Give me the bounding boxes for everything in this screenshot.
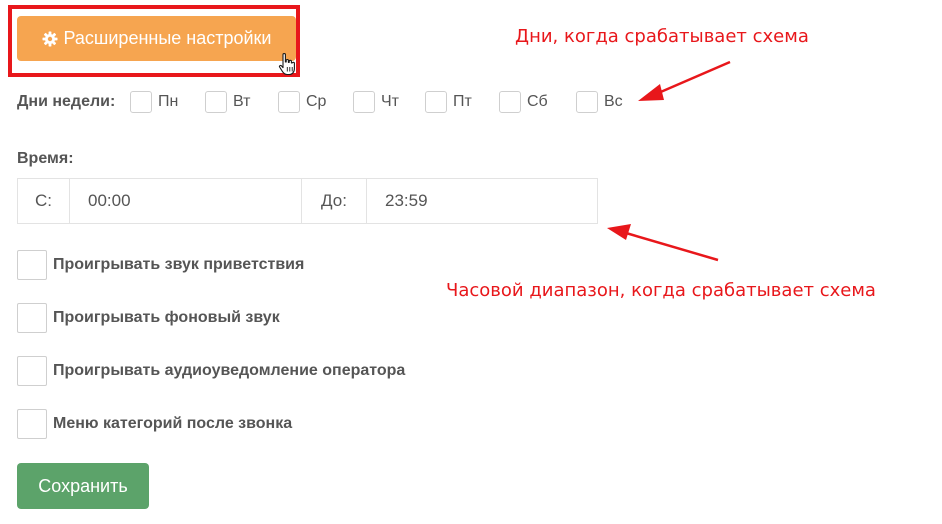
checkbox[interactable] — [499, 91, 521, 113]
save-button[interactable]: Сохранить — [17, 463, 149, 509]
time-to-input[interactable] — [366, 178, 598, 224]
time-annotation: Часовой диапазон, когда срабатывает схем… — [446, 280, 876, 301]
checkbox[interactable] — [353, 91, 375, 113]
option-label: Проигрывать звук приветствия — [53, 256, 305, 273]
weekday-label: Вс — [604, 93, 623, 110]
weekday-label: Ср — [306, 93, 327, 110]
checkbox[interactable] — [576, 91, 598, 113]
time-to-addon: До: — [301, 178, 367, 224]
weekday-label: Пн — [158, 93, 179, 110]
weekday-saturday[interactable]: Сб — [499, 90, 548, 114]
weekday-monday[interactable]: Пн — [130, 90, 178, 114]
time-from-input[interactable] — [69, 178, 302, 224]
option-category-menu[interactable]: Меню категорий после звонка — [17, 409, 292, 439]
weekday-wednesday[interactable]: Ср — [278, 90, 326, 114]
checkbox[interactable] — [17, 250, 47, 280]
weekday-label: Пт — [453, 93, 472, 110]
weekday-sunday[interactable]: Вс — [576, 90, 623, 114]
checkbox[interactable] — [17, 303, 47, 333]
option-operator-notification[interactable]: Проигрывать аудиоуведомление оператора — [17, 356, 405, 386]
time-label: Время: — [17, 150, 74, 167]
arrow-to-weekdays — [638, 60, 731, 101]
checkbox[interactable] — [17, 409, 47, 439]
option-label: Меню категорий после звонка — [53, 415, 293, 432]
weekdays-row: Дни недели: — [17, 90, 119, 114]
option-label: Проигрывать фоновый звук — [53, 309, 280, 326]
advanced-settings-button[interactable]: Расширенные настройки — [17, 16, 296, 61]
option-greeting-sound[interactable]: Проигрывать звук приветствия — [17, 250, 304, 280]
time-from-addon: С: — [17, 178, 70, 224]
weekday-checkboxes: Пн Вт Ср Чт Пт Сб Вс — [130, 90, 650, 114]
scheme-settings-page: Расширенные настройки Дни недели: Пн Вт … — [0, 0, 942, 524]
checkbox[interactable] — [17, 356, 47, 386]
arrow-to-time-range — [607, 224, 719, 262]
time-range-group: С: До: — [17, 178, 598, 224]
checkbox[interactable] — [278, 91, 300, 113]
weekdays-label: Дни недели: — [17, 93, 116, 110]
gear-icon — [42, 31, 58, 46]
option-background-sound[interactable]: Проигрывать фоновый звук — [17, 303, 280, 333]
weekday-label: Вт — [233, 93, 251, 110]
weekday-label: Сб — [527, 93, 548, 110]
weekday-friday[interactable]: Пт — [425, 90, 472, 114]
weekday-tuesday[interactable]: Вт — [205, 90, 250, 114]
weekday-thursday[interactable]: Чт — [353, 90, 399, 114]
checkbox[interactable] — [425, 91, 447, 113]
advanced-settings-label: Расширенные настройки — [63, 28, 272, 48]
hand-cursor-icon — [278, 52, 295, 76]
weekday-label: Чт — [381, 93, 399, 110]
checkbox[interactable] — [205, 91, 227, 113]
option-label: Проигрывать аудиоуведомление оператора — [53, 362, 406, 379]
checkbox[interactable] — [130, 91, 152, 113]
days-annotation: Дни, когда срабатывает схема — [515, 26, 809, 47]
